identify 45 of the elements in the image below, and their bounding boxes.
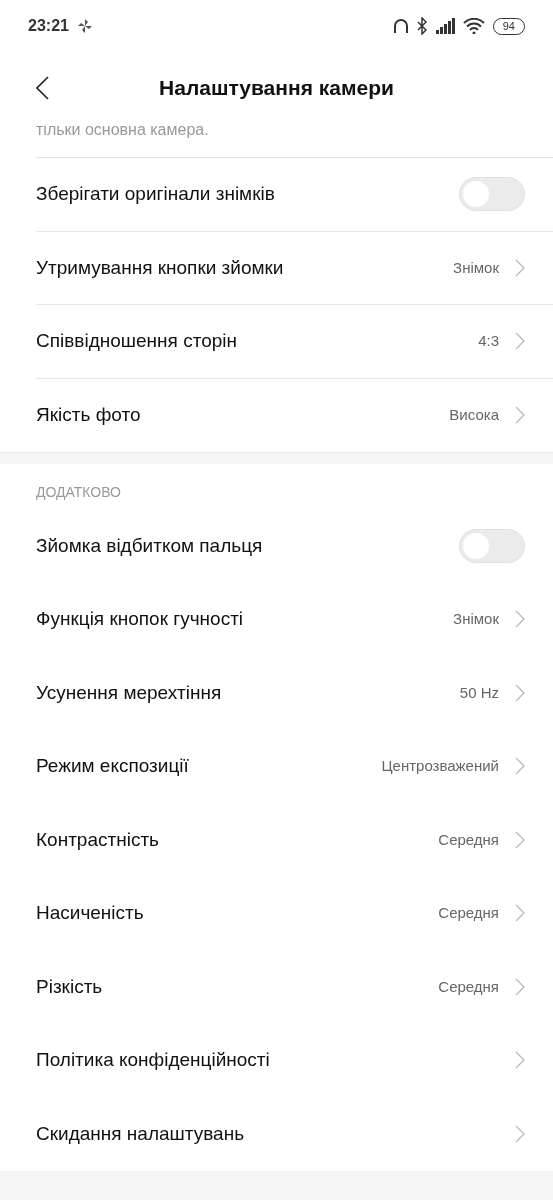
setting-label: Зберігати оригінали знімків [36, 182, 275, 206]
setting-label: Зйомка відбитком пальця [36, 533, 263, 558]
chevron-icon [515, 1124, 525, 1143]
signal-icon [434, 18, 455, 34]
setting-value: Середня [438, 829, 499, 850]
setting-label: Різкість [36, 974, 103, 999]
description-text: тільки основна камера. [36, 124, 553, 158]
notification-icon [76, 18, 93, 34]
chevron-icon [515, 904, 525, 923]
chevron-icon [515, 830, 525, 849]
setting-value: Знімок [453, 609, 499, 629]
chevron-icon [515, 977, 525, 996]
setting-value: 4:3 [478, 331, 499, 351]
clock: 23:21 [28, 16, 69, 36]
setting-label: Насиченість [36, 901, 144, 925]
setting-value: Середня [438, 903, 499, 923]
toggle-switch[interactable] [459, 177, 525, 212]
setting-label: Контрастність [36, 827, 159, 852]
section-heading: ДОДАТКОВО [36, 483, 122, 502]
setting-label: Політика конфіденційності [36, 1048, 270, 1072]
chevron-icon [515, 683, 525, 702]
chevron-icon [515, 332, 525, 351]
headphones-icon [392, 17, 409, 35]
setting-label: Скидання налаштувань [36, 1121, 245, 1146]
setting-label: Співвідношення сторін [36, 329, 237, 353]
setting-value: Центрозважений [381, 756, 499, 776]
back-button[interactable] [36, 76, 49, 100]
screen-title: Налаштування камери [159, 75, 394, 102]
chevron-icon [515, 1051, 525, 1070]
chevron-icon [515, 757, 525, 776]
chevron-icon [515, 258, 525, 277]
setting-label: Якість фото [36, 403, 141, 427]
setting-value: Середня [438, 976, 499, 997]
setting-label: Режим експозиції [36, 754, 189, 778]
setting-value: Висока [449, 405, 499, 425]
chevron-icon [515, 406, 525, 425]
wifi-icon [462, 18, 485, 34]
setting-label: Утримування кнопки зйомки [36, 255, 284, 280]
setting-value: Знімок [453, 257, 499, 278]
toggle-switch[interactable] [459, 528, 525, 563]
bluetooth-icon [416, 17, 427, 35]
setting-label: Усунення мерехтіння [36, 680, 222, 705]
setting-value: 50 Hz [459, 682, 499, 703]
setting-label: Функція кнопок гучності [36, 607, 244, 631]
chevron-icon [515, 610, 525, 629]
